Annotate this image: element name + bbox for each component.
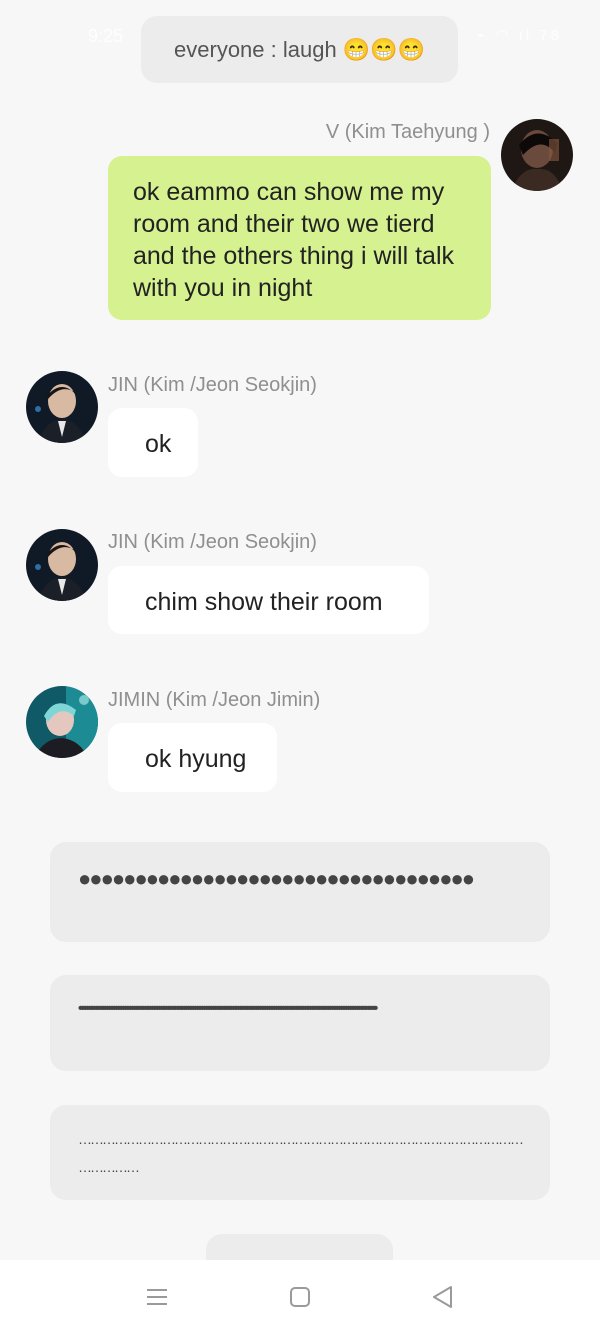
- back-triangle-icon[interactable]: [430, 1284, 456, 1310]
- sender-name: JIMIN (Kim /Jeon Jimin): [108, 689, 321, 711]
- avatar-jimin-icon[interactable]: [26, 686, 98, 758]
- narration-dots-box: ••••••••••••••••••••••••••••••••••••••••…: [50, 975, 550, 1071]
- message-text: ok hyung: [145, 745, 247, 773]
- message-bubble[interactable]: chim show their room: [108, 566, 429, 634]
- status-icons: ⌁ ◠ ıl 78: [476, 27, 562, 44]
- narration-dots-text: ……………………………………………………………………………………………………………: [78, 1131, 524, 1175]
- narration-dots-text: ••••••••••••••••••••••••••••••••••••••••…: [78, 1000, 378, 1017]
- message-text: ok: [145, 430, 172, 458]
- sender-name: JIN (Kim /Jeon Seokjin): [108, 374, 317, 396]
- message-bubble-self[interactable]: ok eammo can show me my room and their t…: [108, 156, 491, 320]
- narration-message: everyone : laugh 😁😁😁: [141, 16, 458, 83]
- message-bubble[interactable]: ok hyung: [108, 723, 277, 792]
- sender-name: JIN (Kim /Jeon Seokjin): [108, 531, 317, 553]
- avatar-jin-icon[interactable]: [26, 529, 98, 601]
- narration-dots-box: ●●●●●●●●●●●●●●●●●●●●●●●●●●●●●●●●●●●: [50, 842, 550, 942]
- message-bubble[interactable]: ok: [108, 408, 198, 477]
- narration-dots-text: ●●●●●●●●●●●●●●●●●●●●●●●●●●●●●●●●●●●: [78, 866, 475, 891]
- message-text: ok eammo can show me my room and their t…: [133, 178, 455, 302]
- sender-name: V (Kim Taehyung ): [325, 121, 490, 143]
- avatar-v-icon[interactable]: [501, 119, 573, 191]
- narration-text: everyone : laugh 😁😁😁: [174, 36, 425, 62]
- home-square-icon[interactable]: [287, 1284, 313, 1310]
- status-time: 9:25: [88, 26, 124, 46]
- narration-dots-box: ……………………………………………………………………………………………………………: [50, 1105, 550, 1200]
- message-text: chim show their room: [145, 588, 383, 616]
- avatar-jin-icon[interactable]: [26, 371, 98, 443]
- navigation-bar: [0, 1260, 600, 1333]
- menu-icon[interactable]: [144, 1284, 170, 1310]
